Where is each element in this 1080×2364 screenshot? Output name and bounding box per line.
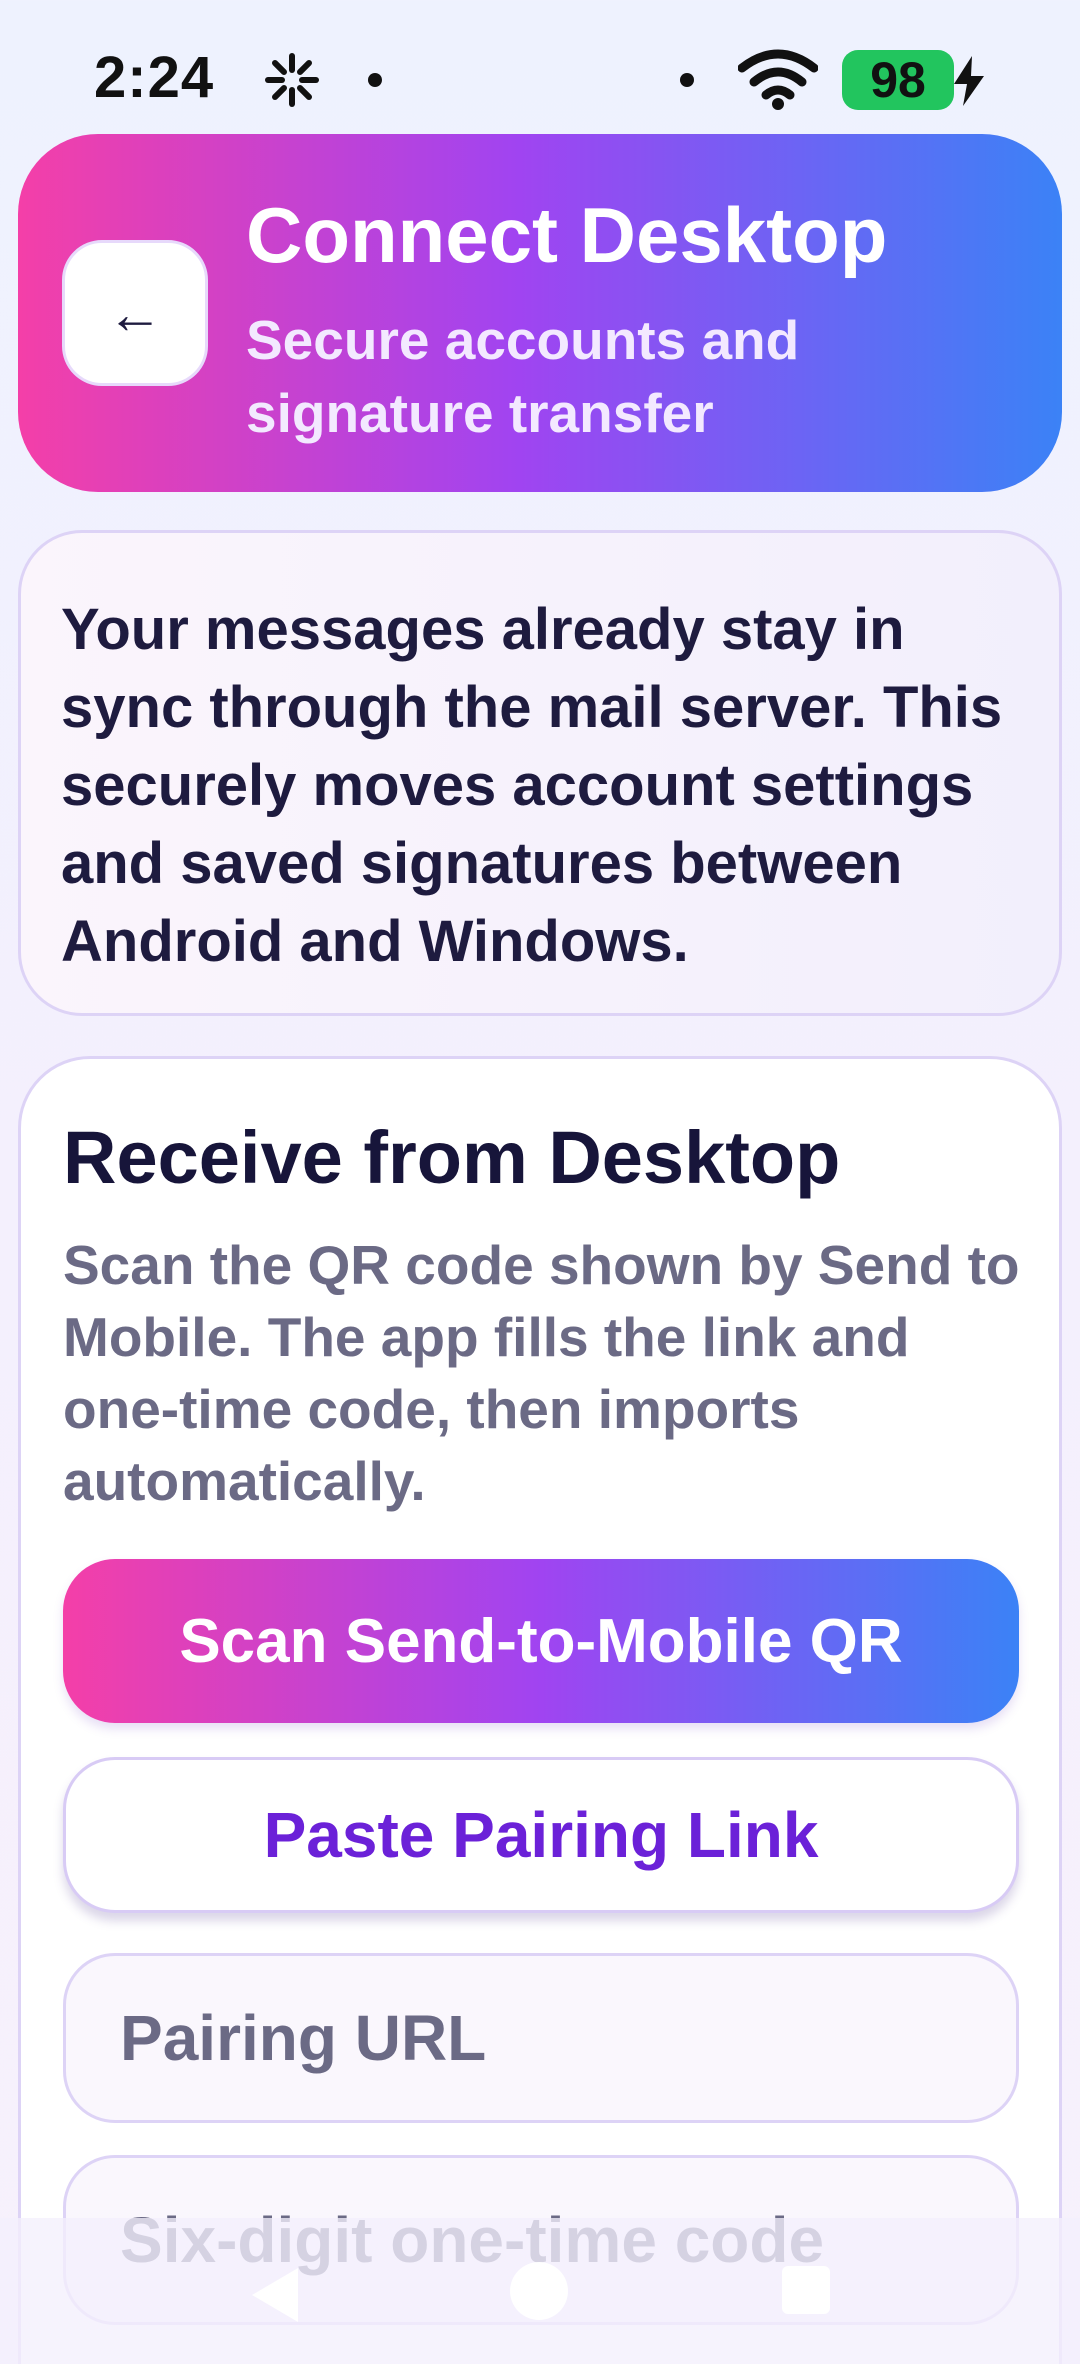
status-bar: 2:24 98 [0, 0, 1080, 132]
pairing-url-input[interactable] [63, 1953, 1019, 2123]
battery-icon: 98 [842, 50, 954, 110]
receive-description: Scan the QR code shown by Send to Mobile… [63, 1234, 1020, 1512]
info-text: Your messages already stay in sync throu… [61, 597, 1003, 974]
wifi-icon [738, 49, 818, 110]
receive-card: Receive from Desktop Scan the QR code sh… [18, 1056, 1062, 2364]
status-time: 2:24 [94, 45, 215, 110]
info-card: Your messages already stay in sync throu… [18, 530, 1062, 1016]
nav-recents-icon[interactable] [782, 2266, 830, 2314]
page-title: Connect Desktop [246, 191, 888, 279]
nav-back-icon[interactable] [246, 2264, 304, 2326]
nav-home-icon[interactable] [510, 2262, 568, 2320]
back-button[interactable]: ← [62, 240, 208, 386]
battery-level: 98 [870, 52, 926, 108]
paste-pairing-link-button[interactable]: Paste Pairing Link [63, 1757, 1019, 1913]
charging-bolt-icon [954, 56, 984, 106]
notification-dot [680, 73, 694, 87]
scan-qr-button[interactable]: Scan Send-to-Mobile QR [63, 1559, 1019, 1723]
receive-title: Receive from Desktop [63, 1116, 841, 1199]
back-arrow-icon: ← [107, 281, 163, 345]
page-subtitle: Secure accounts and signature transfer [246, 309, 800, 444]
notification-dot [368, 73, 382, 87]
loading-spinner-icon [265, 53, 319, 107]
header-card: ← Connect Desktop Secure accounts and si… [18, 134, 1062, 492]
navigation-bar [0, 2218, 1080, 2364]
